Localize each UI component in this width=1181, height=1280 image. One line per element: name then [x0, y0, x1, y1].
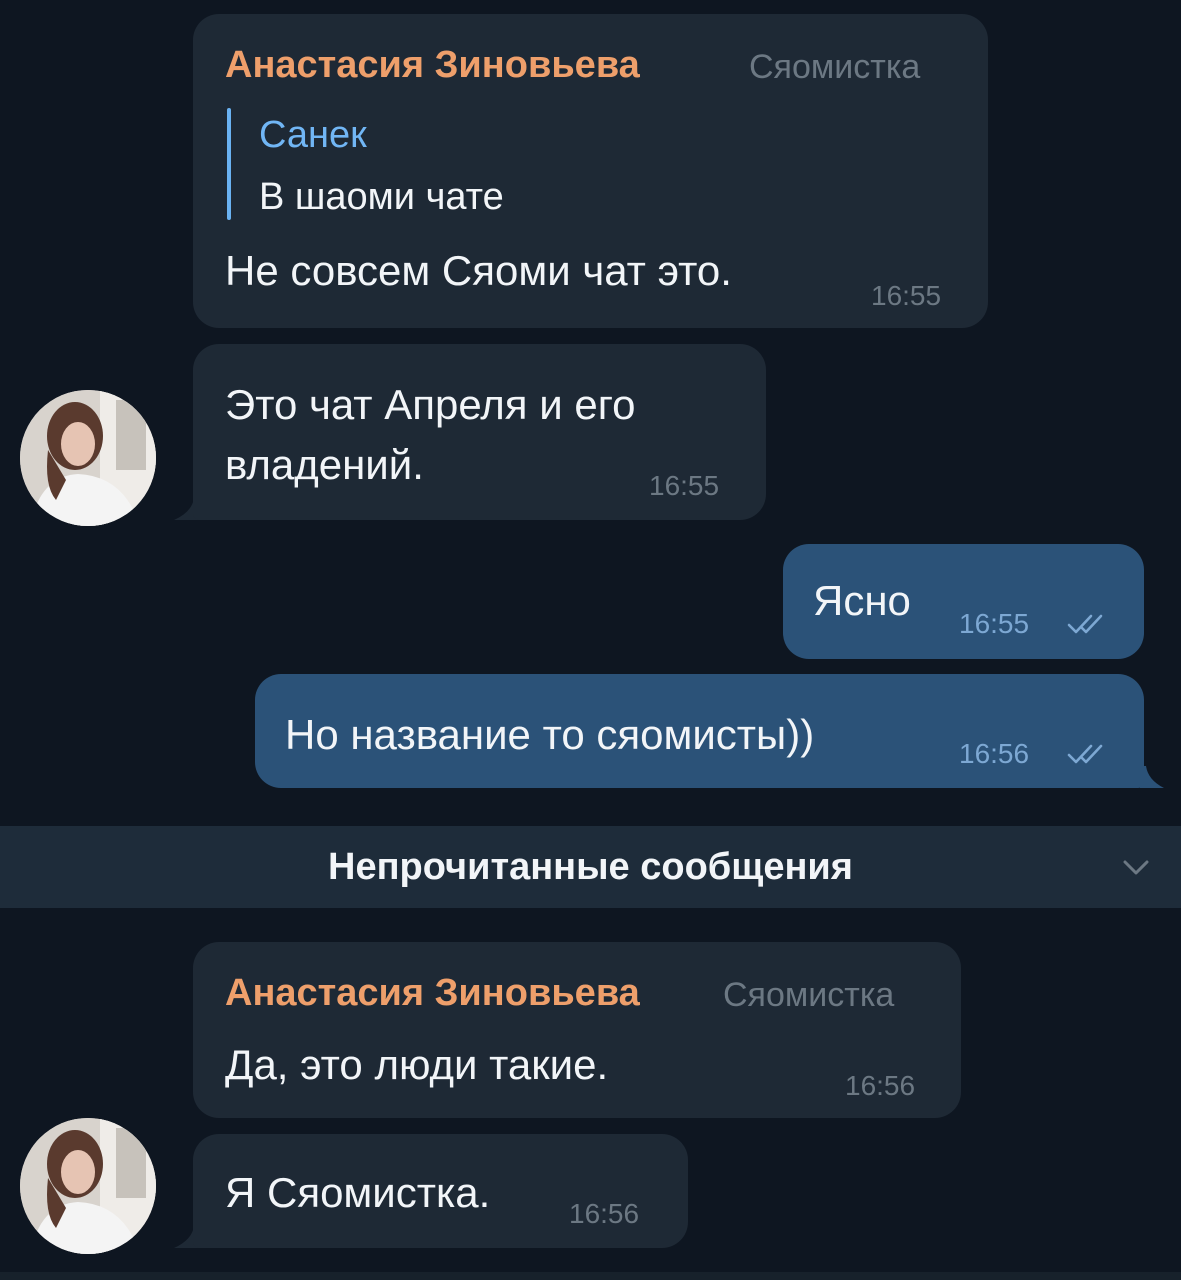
message-time: 16:56 — [845, 1070, 916, 1101]
reply-author: Санек — [259, 114, 367, 156]
avatar[interactable] — [20, 1118, 156, 1254]
sender-role-badge: Сяомистка — [749, 48, 921, 86]
message-text: Но название то сяомисты)) — [285, 711, 815, 758]
message-time: 16:55 — [959, 608, 1030, 639]
avatar-photo — [20, 1118, 156, 1254]
read-checkmarks-icon — [1067, 744, 1103, 764]
reply-text: В шаоми чате — [259, 176, 504, 218]
message-text-line: Это чат Апреля и его — [225, 381, 636, 428]
unread-messages-separator: Непрочитанные сообщения — [0, 826, 1181, 908]
message-time: 16:56 — [569, 1198, 640, 1229]
message-text: Ясно — [813, 577, 911, 624]
sender-name[interactable]: Анастасия Зиновьева — [225, 44, 640, 87]
outgoing-message-bubble[interactable]: Но название то сяомисты)) 16:56 — [255, 674, 1144, 788]
message-bubble[interactable]: Я Сяомистка. 16:56 — [193, 1134, 688, 1248]
message-time: 16:56 — [959, 738, 1030, 769]
outgoing-message-bubble[interactable]: Ясно 16:55 — [783, 544, 1144, 659]
read-checkmarks-icon — [1067, 614, 1103, 634]
message-text: Я Сяомистка. — [225, 1169, 491, 1216]
sender-name[interactable]: Анастасия Зиновьева — [225, 972, 640, 1015]
message-text: Не совсем Сяоми чат это. — [225, 247, 732, 294]
message-bubble[interactable]: Анастасия Зиновьева Сяомистка Санек В ша… — [193, 14, 988, 328]
bottom-divider — [0, 1272, 1181, 1280]
avatar-photo — [20, 390, 156, 526]
message-bubble[interactable]: Анастасия Зиновьева Сяомистка Да, это лю… — [193, 942, 961, 1118]
reply-accent-bar — [227, 108, 231, 220]
avatar[interactable] — [20, 390, 156, 526]
sender-role-badge: Сяомистка — [723, 976, 895, 1014]
unread-messages-label: Непрочитанные сообщения — [328, 846, 853, 888]
message-time: 16:55 — [649, 470, 720, 501]
message-bubble[interactable]: Это чат Апреля и его владений. 16:55 — [193, 344, 766, 520]
message-text-line: владений. — [225, 441, 424, 488]
chevron-down-icon[interactable] — [1119, 850, 1153, 884]
message-text: Да, это люди такие. — [225, 1041, 609, 1088]
message-time: 16:55 — [871, 280, 942, 311]
